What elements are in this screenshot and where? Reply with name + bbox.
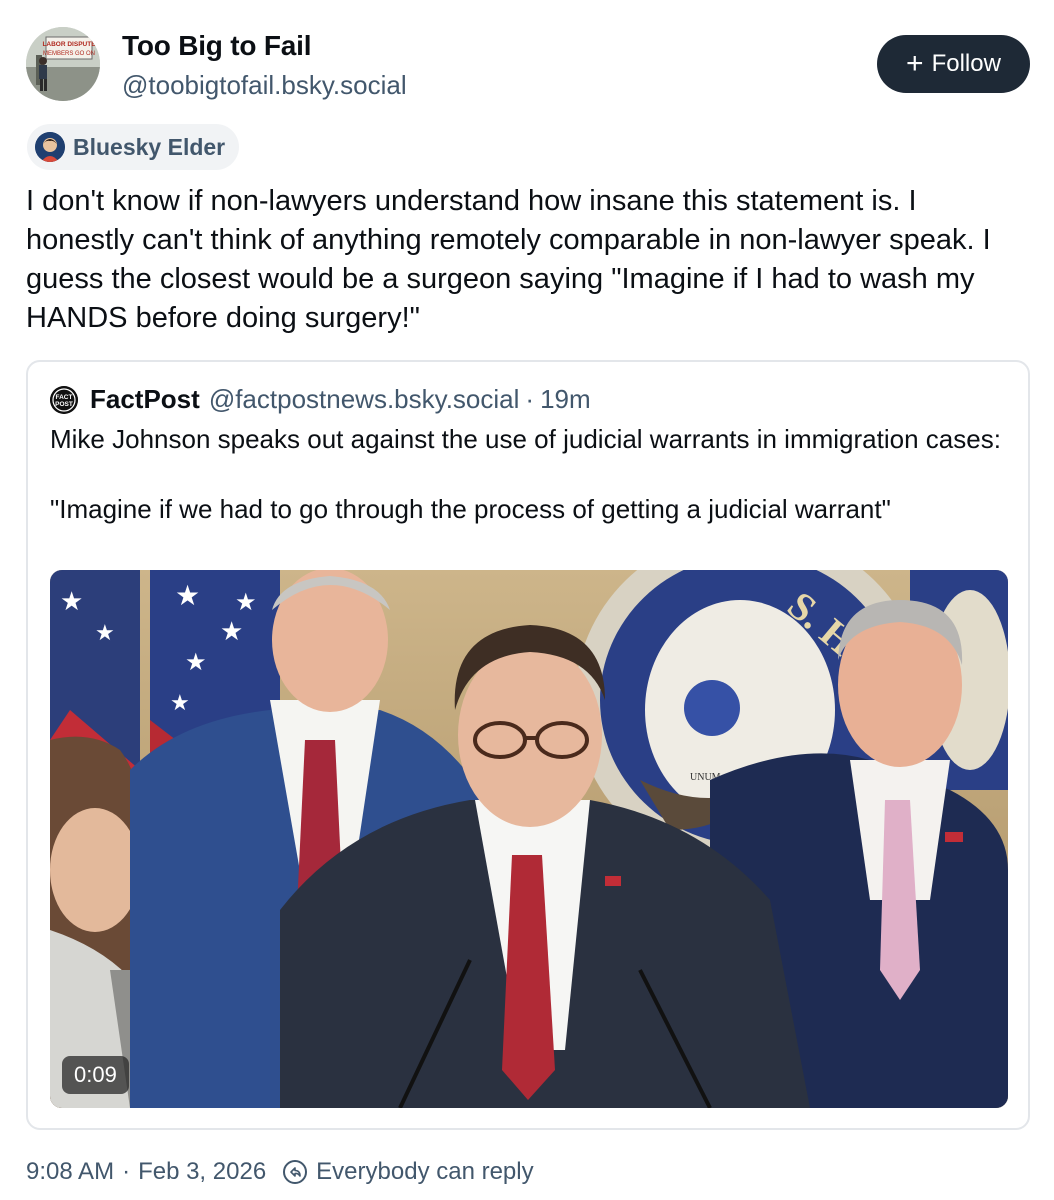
bluesky-elder-badge[interactable]: Bluesky Elder (27, 124, 240, 170)
badge-icon (35, 132, 65, 162)
quoted-author-avatar[interactable]: FACT POST (50, 385, 78, 414)
video-player[interactable]: ★ ★ ★ ★ ★ ★ ★ S. HOUSE UNUM (50, 570, 1008, 1108)
svg-text:★: ★ (185, 649, 207, 676)
svg-text:MEMBERS GO ON: MEMBERS GO ON (43, 51, 95, 57)
quoted-post-text: Mike Johnson speaks out against the use … (50, 422, 1010, 527)
quoted-post-time: 19m (540, 384, 591, 414)
svg-text:★: ★ (95, 620, 115, 645)
video-thumbnail: ★ ★ ★ ★ ★ ★ ★ S. HOUSE UNUM (50, 570, 1008, 1108)
reply-setting-icon (283, 1160, 308, 1184)
author-handle[interactable]: @toobigtofail.bsky.social (122, 70, 407, 101)
post-header: LABOR DISPUTE MEMBERS GO ON Too Big to F… (26, 26, 1030, 102)
svg-text:★: ★ (220, 616, 243, 646)
svg-text:FACT: FACT (56, 394, 73, 401)
quoted-text-line: "Imagine if we had to go through the pro… (50, 494, 891, 524)
post-text: I don't know if non-lawyers understand h… (26, 185, 991, 334)
separator-dot: · (525, 384, 535, 414)
post-date[interactable]: Feb 3, 2026 (138, 1158, 266, 1186)
post-meta: 9:08 AM · Feb 3, 2026 Everybody can repl… (26, 1158, 534, 1186)
reply-setting-label[interactable]: Everybody can reply (316, 1158, 533, 1186)
date-separator: · (122, 1158, 131, 1185)
quoted-text-line: Mike Johnson speaks out against the use … (50, 424, 1001, 454)
author-avatar[interactable]: LABOR DISPUTE MEMBERS GO ON (26, 27, 100, 101)
svg-text:★: ★ (60, 586, 83, 616)
follow-button[interactable]: + Follow (877, 35, 1030, 93)
quoted-post-header: FACT POST FactPost @factpostnews.bsky.so… (50, 384, 591, 415)
svg-text:POST: POST (55, 401, 73, 408)
svg-text:LABOR DISPUTE: LABOR DISPUTE (42, 41, 96, 48)
author-name[interactable]: Too Big to Fail (122, 30, 312, 62)
badge-label: Bluesky Elder (73, 133, 226, 160)
svg-text:★: ★ (235, 589, 257, 616)
post-time[interactable]: 9:08 AM (26, 1158, 114, 1186)
svg-text:★: ★ (170, 690, 190, 715)
svg-text:★: ★ (175, 580, 200, 611)
video-duration: 0:09 (62, 1056, 129, 1094)
quoted-author-handle[interactable]: @factpostnews.bsky.social (209, 384, 520, 415)
quoted-post[interactable]: FACT POST FactPost @factpostnews.bsky.so… (26, 360, 1030, 1130)
avatar-image: LABOR DISPUTE MEMBERS GO ON (26, 27, 100, 101)
plus-icon: + (906, 47, 924, 80)
follow-label: Follow (931, 50, 1001, 77)
quoted-author-name[interactable]: FactPost (90, 384, 200, 415)
